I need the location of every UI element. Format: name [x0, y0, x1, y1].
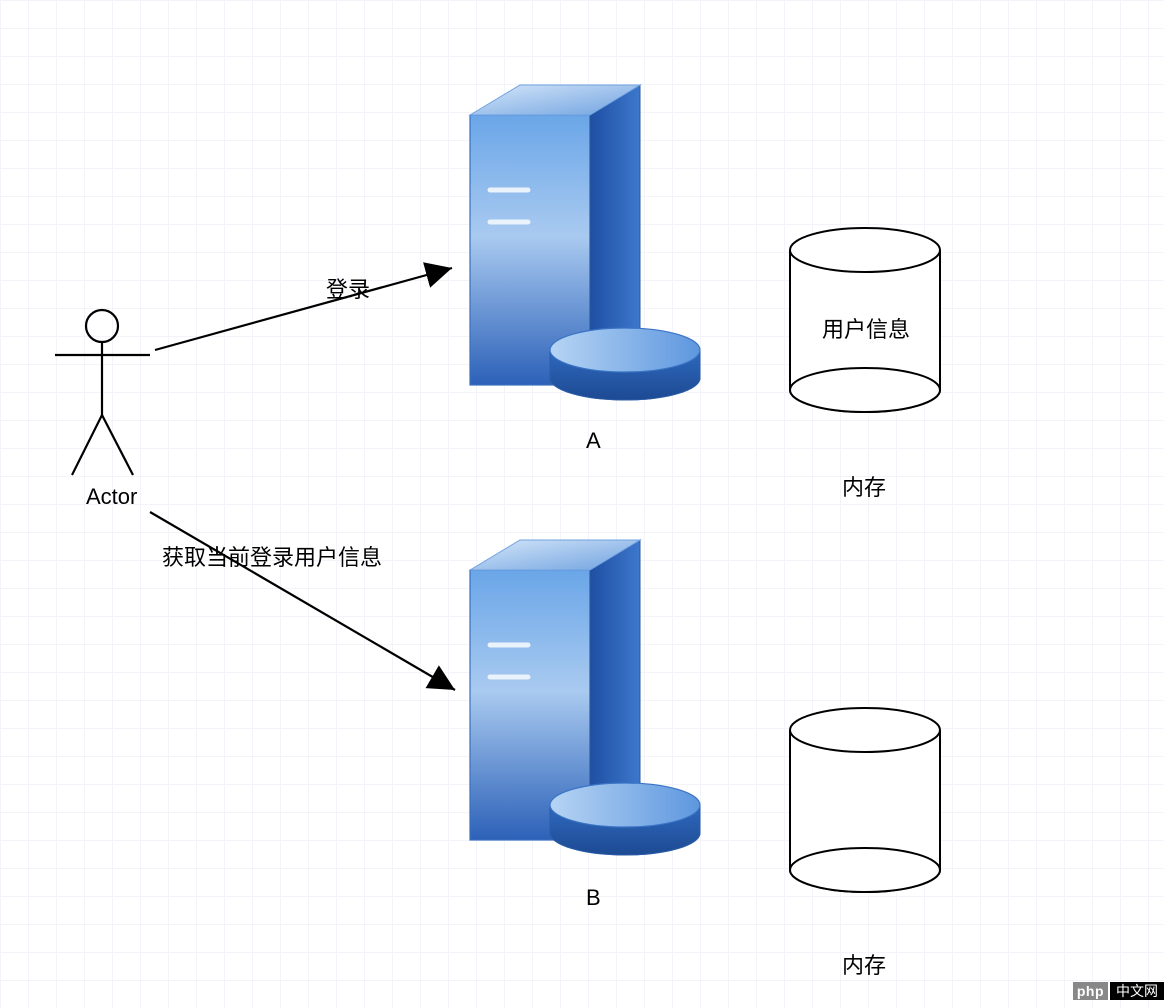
arrow-fetch-user-label: 获取当前登录用户信息 [162, 540, 382, 572]
server-b [470, 540, 700, 855]
actor-label: Actor [86, 484, 137, 510]
server-a-label: A [586, 428, 601, 454]
arrow-fetch-user [150, 512, 455, 690]
watermark-brand: php [1073, 982, 1108, 1000]
actor-figure [55, 310, 150, 475]
cylinder-b-caption: 内存 [842, 948, 886, 980]
cylinder-a-caption: 内存 [842, 470, 886, 502]
cylinder-b [790, 708, 940, 892]
svg-layer [0, 0, 1164, 1008]
arrow-login-label: 登录 [326, 272, 370, 304]
diagram-canvas: Actor 登录 获取当前登录用户信息 A B 用户信息 内存 内存 php中文… [0, 0, 1164, 1008]
arrow-login [155, 268, 452, 350]
cylinder-a-content: 用户信息 [822, 312, 910, 344]
server-a [470, 85, 700, 400]
server-b-label: B [586, 885, 601, 911]
watermark: php中文网 [1073, 981, 1164, 1001]
watermark-suffix: 中文网 [1110, 982, 1164, 1000]
